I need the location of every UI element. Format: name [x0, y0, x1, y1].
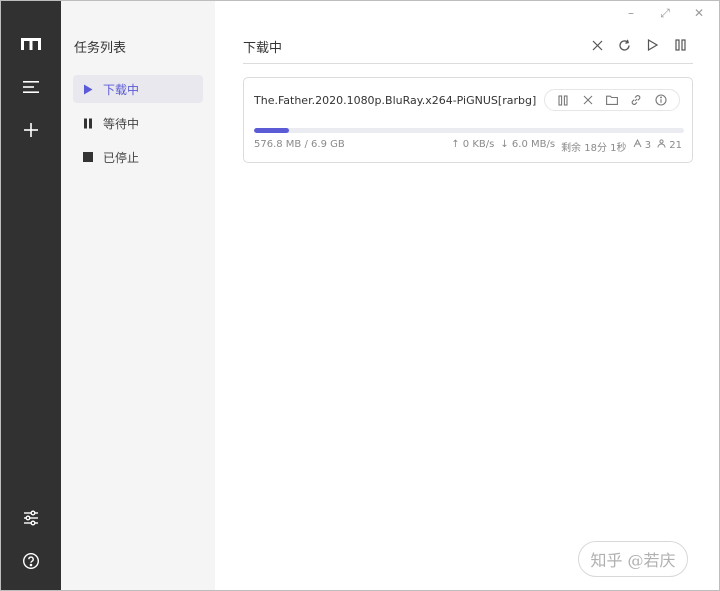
nav-item-label: 下载中	[103, 82, 140, 97]
progress-fill	[254, 128, 290, 133]
page-title: 下载中	[243, 41, 283, 56]
nav-item-label: 等待中	[103, 116, 140, 131]
task-list-panel: 任务列表 下载中 等待中 已停止	[61, 1, 215, 590]
link-icon[interactable]	[627, 91, 645, 109]
task-list-title: 任务列表	[74, 41, 127, 56]
close-window-button[interactable]: ✕	[689, 5, 709, 21]
peers-count: 21	[657, 139, 682, 154]
download-speed: ↓ 6.0 MB/s	[500, 139, 556, 150]
pause-icon[interactable]	[670, 35, 690, 55]
folder-icon[interactable]	[603, 91, 621, 109]
sliders-icon[interactable]	[11, 500, 51, 536]
upload-speed: ↑ 0 KB/s	[451, 139, 495, 150]
nav-item-downloading[interactable]: 下载中	[73, 75, 203, 103]
refresh-icon[interactable]	[614, 35, 634, 55]
maximize-button[interactable]: ⤢	[655, 5, 675, 21]
task-actions	[544, 89, 680, 111]
help-circle-icon[interactable]	[11, 543, 51, 579]
nav-rail	[1, 1, 61, 590]
info-icon[interactable]	[652, 91, 670, 109]
peers-icon	[657, 139, 666, 148]
pause-icon	[73, 118, 103, 129]
task-stats: ↑ 0 KB/s ↓ 6.0 MB/s 剩余 18分 1秒 3 21	[451, 138, 682, 154]
plus-icon[interactable]	[11, 112, 51, 148]
close-icon[interactable]	[579, 91, 597, 109]
time-remaining: 剩余 18分 1秒	[561, 143, 627, 154]
peers-value: 21	[669, 140, 682, 151]
watermark-text: 知乎 @若庆	[590, 551, 676, 570]
seeders-icon	[633, 138, 641, 148]
minimize-button[interactable]: –	[621, 5, 641, 21]
seeders-count: 3	[633, 138, 652, 154]
play-icon[interactable]	[642, 35, 662, 55]
nav-item-waiting[interactable]: 等待中	[73, 109, 203, 137]
logo-m-icon	[11, 26, 51, 62]
pause-icon[interactable]	[554, 91, 572, 109]
play-icon	[73, 84, 103, 95]
nav-item-stopped[interactable]: 已停止	[73, 143, 203, 171]
menu-icon[interactable]	[11, 69, 51, 105]
task-size: 576.8 MB / 6.9 GB	[254, 139, 345, 150]
seeders-value: 3	[644, 140, 652, 151]
task-card[interactable]: The.Father.2020.1080p.BluRay.x264-PiGNUS…	[243, 77, 693, 163]
close-icon[interactable]	[587, 35, 607, 55]
stop-icon	[73, 152, 103, 162]
main-panel: – ⤢ ✕ 下载中 The.Father.2020.1080p.BluRay.x…	[215, 1, 719, 590]
nav-item-label: 已停止	[103, 150, 140, 165]
header-divider	[243, 63, 693, 64]
app-window: 任务列表 下载中 等待中 已停止 – ⤢ ✕ 下载中 The.Father.20…	[0, 0, 720, 591]
progress-bar	[254, 128, 684, 133]
task-name: The.Father.2020.1080p.BluRay.x264-PiGNUS…	[254, 94, 537, 107]
watermark: 知乎 @若庆	[578, 541, 688, 577]
